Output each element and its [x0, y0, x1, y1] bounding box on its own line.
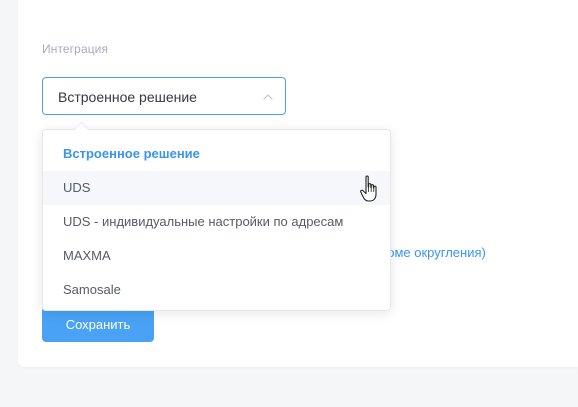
- integration-select[interactable]: Встроенное решение: [42, 77, 286, 115]
- option-samosale[interactable]: Samosale: [43, 273, 390, 307]
- integration-dropdown: Встроенное решение UDS UDS - индивидуаль…: [42, 121, 391, 311]
- rounding-hint-link[interactable]: роме округления): [380, 245, 486, 260]
- option-uds[interactable]: UDS: [43, 171, 390, 205]
- chevron-up-icon: [263, 94, 273, 100]
- hand-pointer-icon: [360, 175, 377, 202]
- option-maxma[interactable]: MAXMA: [43, 239, 390, 273]
- integration-label: Интеграция: [42, 42, 109, 56]
- option-uds-individual[interactable]: UDS - индивидуальные настройки по адреса…: [43, 205, 390, 239]
- save-button[interactable]: Сохранить: [42, 307, 154, 342]
- integration-select-value: Встроенное решение: [58, 89, 197, 105]
- option-built-in[interactable]: Встроенное решение: [43, 137, 390, 171]
